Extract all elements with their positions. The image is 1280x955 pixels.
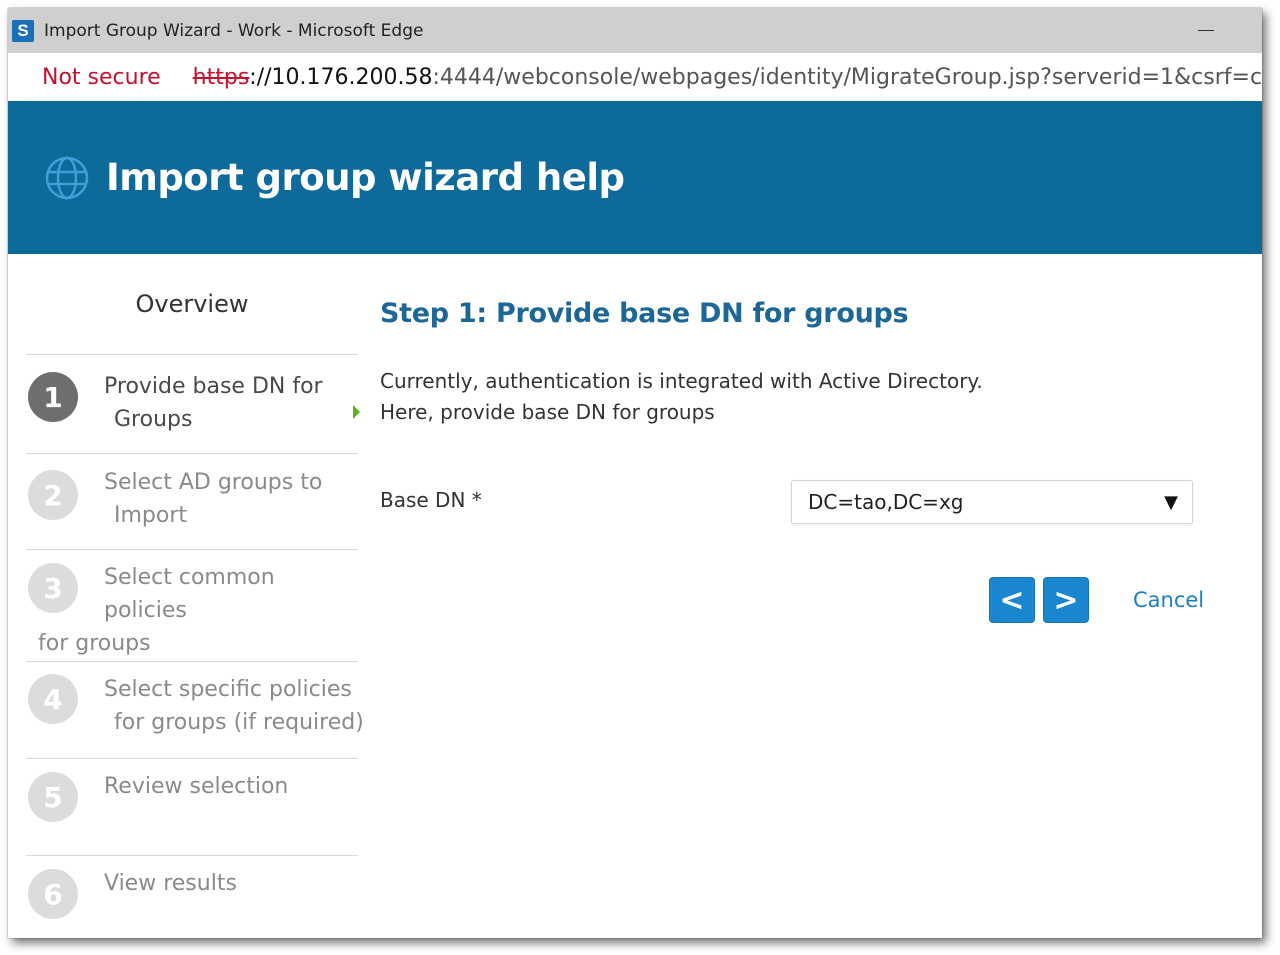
step-label-line1: Select common — [104, 565, 275, 590]
step-description: Currently, authentication is integrated … — [380, 366, 983, 428]
app-icon: S — [12, 19, 34, 42]
cancel-link[interactable]: Cancel — [1133, 588, 1204, 612]
description-line1: Currently, authentication is integrated … — [380, 369, 983, 393]
step-number-badge: 6 — [28, 869, 78, 919]
step-item-1[interactable]: 1 Provide base DN for Groups — [26, 354, 360, 453]
step-item-4[interactable]: 4 Select specific policies for groups (i… — [26, 661, 364, 758]
step-number-badge: 3 — [28, 563, 78, 613]
wizard-steps-sidebar: Overview 1 Provide base DN for Groups 2 … — [26, 254, 364, 936]
step-label-line2: Import — [114, 503, 188, 528]
step-number-badge: 4 — [28, 674, 78, 724]
step-label-line2: policies — [104, 598, 187, 623]
description-line2: Here, provide base DN for groups — [380, 400, 715, 424]
window-title: Import Group Wizard - Work - Microsoft E… — [44, 20, 424, 41]
step-label-line2: for groups (if required) — [114, 710, 364, 735]
base-dn-label: Base DN * — [380, 488, 482, 512]
step-label-line1: Select specific policies — [104, 677, 352, 702]
step-label: View results — [104, 867, 237, 900]
step-item-6[interactable]: 6 View results — [26, 855, 358, 936]
step-label: Select common policies for groups — [38, 561, 275, 660]
address-bar[interactable]: Not secure https://10.176.200.58:4444/we… — [8, 53, 1262, 102]
step-label-line1: Provide base DN for — [104, 374, 323, 399]
step-label: Provide base DN for Groups — [104, 370, 323, 436]
step-label: Select AD groups to Import — [104, 466, 322, 532]
step-item-5[interactable]: 5 Review selection — [26, 758, 358, 855]
chevron-down-icon: ▼ — [1164, 492, 1178, 513]
step-number-badge: 5 — [28, 772, 78, 822]
step-title: Step 1: Provide base DN for groups — [380, 298, 909, 329]
base-dn-select[interactable]: DC=tao,DC=xg ▼ — [791, 480, 1193, 524]
url-host: ://10.176.200.58 — [249, 64, 433, 90]
help-banner: Import group wizard help — [8, 101, 1262, 254]
not-secure-label[interactable]: Not secure — [42, 65, 161, 90]
next-button[interactable]: > — [1043, 577, 1089, 623]
step-number-badge: 2 — [28, 470, 78, 520]
active-step-arrow-icon — [353, 405, 360, 419]
url-scheme: https — [192, 64, 250, 90]
step-label-line1: Select AD groups to — [104, 470, 323, 495]
minimize-icon[interactable] — [1198, 21, 1214, 35]
step-label-line1: View results — [104, 871, 237, 896]
step-label-line1: Review selection — [104, 774, 289, 799]
step-item-2[interactable]: 2 Select AD groups to Import — [26, 453, 358, 549]
wizard-main-panel: Step 1: Provide base DN for groups Curre… — [380, 254, 1210, 934]
url-path: :4444/webconsole/webpages/identity/Migra… — [432, 64, 1262, 90]
step-label-line3: for groups — [38, 631, 151, 656]
step-item-3[interactable]: 3 Select common policies for groups — [26, 549, 358, 661]
overview-heading: Overview — [135, 290, 249, 318]
title-bar: S Import Group Wizard - Work - Microsoft… — [8, 8, 1262, 53]
step-label: Review selection — [104, 770, 288, 803]
back-button[interactable]: < — [989, 577, 1035, 623]
base-dn-value: DC=tao,DC=xg — [808, 490, 964, 514]
banner-title: Import group wizard help — [106, 156, 625, 199]
step-label: Select specific policies for groups (if … — [104, 673, 364, 739]
step-label-line2: Groups — [114, 407, 193, 432]
step-number-badge: 1 — [28, 372, 78, 422]
globe-icon — [45, 156, 89, 199]
browser-window: S Import Group Wizard - Work - Microsoft… — [8, 8, 1262, 938]
